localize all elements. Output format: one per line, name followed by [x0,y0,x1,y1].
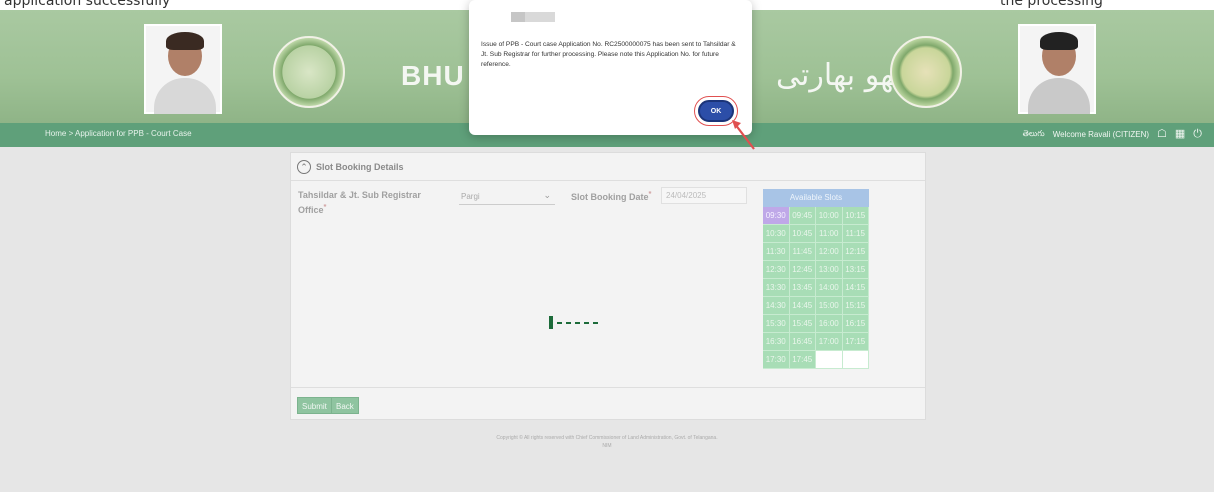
card-title: Slot Booking Details [316,162,404,172]
chevron-down-icon: ⌄ [543,190,551,200]
language-toggle[interactable]: తెలుగు [1023,129,1045,140]
slot-1200[interactable]: 12:00 [816,243,843,261]
left-portrait [144,24,222,114]
redacted-logo-icon [511,12,555,22]
slot-1115[interactable]: 11:15 [842,225,869,243]
ok-button[interactable]: OK [698,100,734,122]
slot-1545[interactable]: 15:45 [789,315,816,333]
slot-1145[interactable]: 11:45 [789,243,816,261]
nav-right-group: తెలుగు Welcome Ravali (CITIZEN) ☖ ▦ ⏻ [1023,127,1202,141]
date-label: Slot Booking Date* [571,189,652,202]
slot-1530[interactable]: 15:30 [763,315,790,333]
slot-1315[interactable]: 13:15 [842,261,869,279]
slot-1630[interactable]: 16:30 [763,333,790,351]
slot-1600[interactable]: 16:00 [816,315,843,333]
slot-grid: 09:30 09:45 10:00 10:15 10:30 10:45 11:00 11:15… [763,207,869,369]
loading-indicator [549,316,598,329]
slot-1215[interactable]: 12:15 [842,243,869,261]
slot-1300[interactable]: 13:00 [816,261,843,279]
welcome-text: Welcome Ravali (CITIZEN) [1052,129,1150,139]
right-portrait [1018,24,1096,114]
submit-button[interactable]: Submit [297,397,332,414]
top-strip-right-text: the processing [1000,0,1103,9]
slot-0945[interactable]: 09:45 [789,207,816,225]
telangana-emblem-icon [273,36,345,108]
slot-1045[interactable]: 10:45 [789,225,816,243]
banner-urdu-title: بھو بھارتی [776,58,903,93]
slot-1130[interactable]: 11:30 [763,243,790,261]
slot-0930[interactable]: 09:30 [763,207,790,225]
home-icon[interactable]: ☖ [1157,127,1167,141]
slot-empty [816,351,843,369]
slot-empty [842,351,869,369]
slot-1430[interactable]: 14:30 [763,297,790,315]
state-seal-icon [890,36,962,108]
slot-1730[interactable]: 17:30 [763,351,790,369]
power-icon[interactable]: ⏻ [1193,127,1202,141]
annotation-arrow-icon [732,120,755,150]
slot-booking-card: ⌃ Slot Booking Details Tahsildar & Jt. S… [290,152,926,420]
slot-1400[interactable]: 14:00 [816,279,843,297]
office-label: Tahsildar & Jt. Sub Registrar Office* [298,190,421,215]
confirmation-dialog: Issue of PPB - Court case Application No… [469,0,752,135]
breadcrumb[interactable]: Home > Application for PPB - Court Case [45,129,192,138]
slot-1230[interactable]: 12:30 [763,261,790,279]
slot-1500[interactable]: 15:00 [816,297,843,315]
slot-1615[interactable]: 16:15 [842,315,869,333]
top-strip-left-text: application successfully [4,0,171,9]
slot-1415[interactable]: 14:15 [842,279,869,297]
slot-1645[interactable]: 16:45 [789,333,816,351]
office-select[interactable]: Pargi ⌄ [459,188,555,205]
dialog-message: Issue of PPB - Court case Application No… [481,41,736,68]
slot-date-input[interactable]: 24/04/2025 [661,187,747,204]
slot-1015[interactable]: 10:15 [842,207,869,225]
card-header: ⌃ Slot Booking Details [291,153,925,181]
slot-1030[interactable]: 10:30 [763,225,790,243]
slot-1745[interactable]: 17:45 [789,351,816,369]
card-footer: Submit Back [291,387,925,421]
slots-header: Available Slots [763,189,869,207]
slot-1100[interactable]: 11:00 [816,225,843,243]
slot-1245[interactable]: 12:45 [789,261,816,279]
slot-1700[interactable]: 17:00 [816,333,843,351]
slot-1345[interactable]: 13:45 [789,279,816,297]
slot-1000[interactable]: 10:00 [816,207,843,225]
slot-1715[interactable]: 17:15 [842,333,869,351]
grid-menu-icon[interactable]: ▦ [1175,127,1185,141]
back-button[interactable]: Back [331,397,359,414]
slot-1330[interactable]: 13:30 [763,279,790,297]
slot-1445[interactable]: 14:45 [789,297,816,315]
available-slots: Available Slots 09:30 09:45 10:00 10:15 10:3… [763,189,869,369]
collapse-icon[interactable]: ⌃ [297,160,311,174]
copyright: Copyright © All rights reserved with Chi… [496,435,718,449]
slot-1515[interactable]: 15:15 [842,297,869,315]
